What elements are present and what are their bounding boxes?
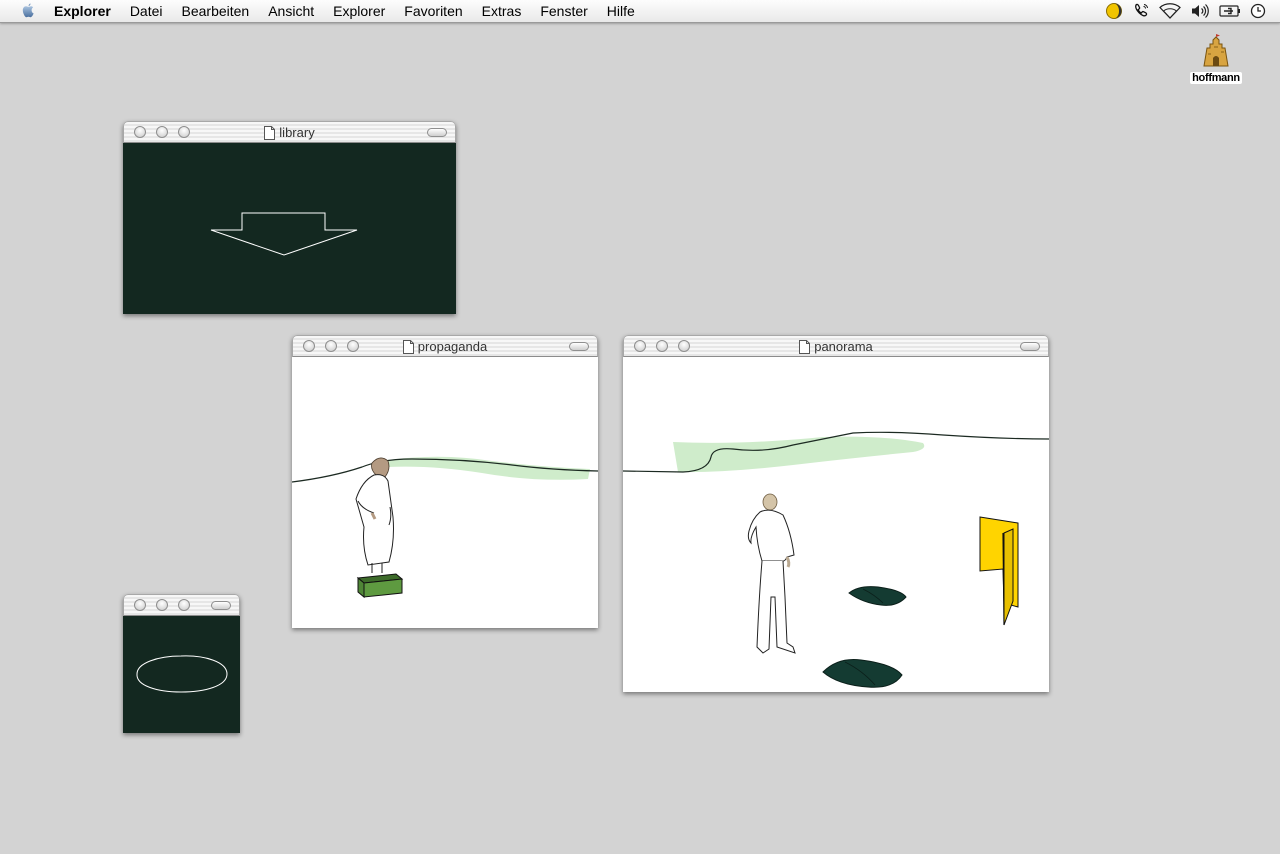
volume-icon[interactable] <box>1190 3 1210 19</box>
zoom-button[interactable] <box>347 340 359 352</box>
hill-shape <box>387 456 590 480</box>
menu-datei[interactable]: Datei <box>120 0 172 22</box>
panorama-scene <box>623 431 1049 688</box>
menu-fenster[interactable]: Fenster <box>530 0 596 22</box>
window-content[interactable] <box>123 143 456 314</box>
window-content[interactable] <box>623 357 1049 692</box>
minimize-button[interactable] <box>156 126 168 138</box>
window-content[interactable] <box>292 357 598 628</box>
titlebar[interactable]: panorama <box>623 335 1049 357</box>
menu-explorer[interactable]: Explorer <box>323 0 394 22</box>
arrow-down-outline-icon <box>210 212 358 256</box>
zoom-button[interactable] <box>178 599 190 611</box>
menu-ansicht[interactable]: Ansicht <box>258 0 323 22</box>
menu-bearbeiten[interactable]: Bearbeiten <box>172 0 259 22</box>
titlebar[interactable]: library <box>123 121 456 143</box>
ellipse-outline-icon <box>136 655 228 693</box>
window-title: library <box>279 125 315 140</box>
window-panorama[interactable]: panorama <box>623 335 1049 692</box>
menu-extras-area <box>1105 0 1266 22</box>
zoom-button[interactable] <box>678 340 690 352</box>
propaganda-scene <box>292 456 598 599</box>
minimize-button[interactable] <box>325 340 337 352</box>
window-title: panorama <box>814 339 873 354</box>
window-library[interactable]: library <box>123 121 456 314</box>
window-small[interactable] <box>123 594 240 733</box>
green-box <box>356 573 404 599</box>
zoom-button[interactable] <box>178 126 190 138</box>
close-button[interactable] <box>134 599 146 611</box>
close-button[interactable] <box>634 340 646 352</box>
window-title: propaganda <box>417 339 488 354</box>
window-propaganda[interactable]: propaganda <box>292 335 598 628</box>
titlebar[interactable] <box>123 594 240 616</box>
minimize-button[interactable] <box>656 340 668 352</box>
phone-icon[interactable] <box>1132 2 1150 20</box>
minimize-button[interactable] <box>156 599 168 611</box>
sandcastle-icon <box>1203 34 1229 67</box>
display-moon-icon[interactable] <box>1105 2 1123 20</box>
wifi-icon[interactable] <box>1159 3 1181 19</box>
woman-figure <box>355 457 394 573</box>
titlebar[interactable]: propaganda <box>292 335 598 357</box>
menu-app-explorer[interactable]: Explorer <box>54 0 120 22</box>
hill-shape <box>673 436 925 473</box>
yellow-panel <box>979 516 1019 626</box>
apple-menu-icon[interactable] <box>19 2 37 20</box>
close-button[interactable] <box>134 126 146 138</box>
desktop-icon-hoffmann[interactable]: hoffmann <box>1184 34 1248 86</box>
menu-extras[interactable]: Extras <box>472 0 531 22</box>
close-button[interactable] <box>303 340 315 352</box>
menu-favoriten[interactable]: Favoriten <box>394 0 471 22</box>
battery-icon[interactable] <box>1219 4 1241 18</box>
toolbar-toggle-button[interactable] <box>1020 342 1040 351</box>
toolbar-toggle-button[interactable] <box>569 342 589 351</box>
desktop-icon-label: hoffmann <box>1190 72 1242 84</box>
rock-shape <box>848 586 907 606</box>
menu-bar: Explorer Datei Bearbeiten Ansicht Explor… <box>0 0 1280 23</box>
toolbar-toggle-button[interactable] <box>427 128 447 137</box>
clock-icon[interactable] <box>1250 3 1266 19</box>
toolbar-toggle-button[interactable] <box>211 601 231 610</box>
window-content[interactable] <box>123 616 240 733</box>
man-figure <box>747 493 796 654</box>
menu-hilfe[interactable]: Hilfe <box>597 0 644 22</box>
